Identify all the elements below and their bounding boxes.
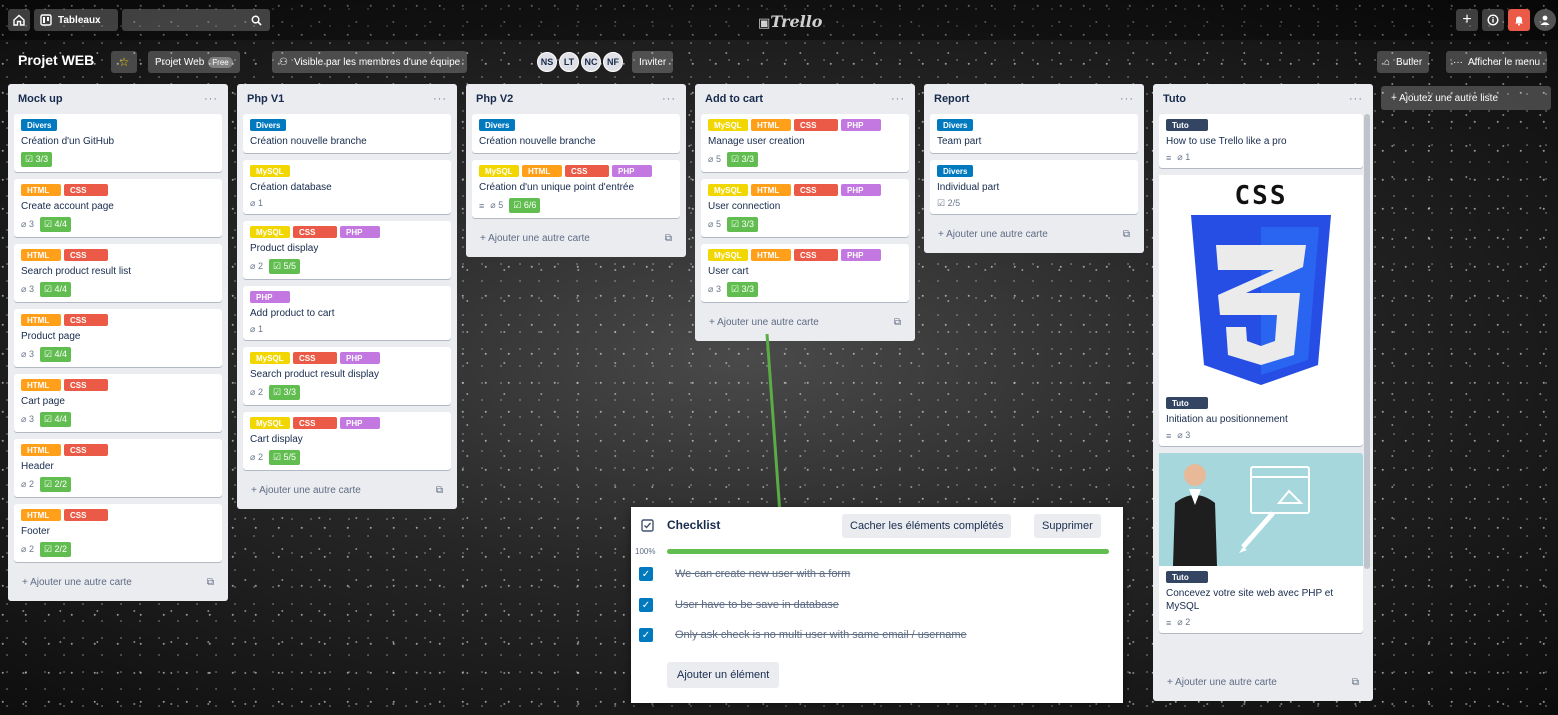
checklist-item[interactable]: ✓ Only ask check is no multi user with sa…	[639, 626, 967, 644]
checklist-item-text[interactable]: We can create new user with a form	[675, 568, 850, 580]
checklist-progress-bar	[667, 549, 1109, 554]
checklist-item[interactable]: ✓ We can create new user with a form	[639, 565, 850, 583]
checklist-icon	[641, 519, 654, 532]
checklist-title: Checklist	[667, 518, 721, 532]
checkbox-checked[interactable]: ✓	[639, 628, 653, 642]
checklist-panel: Checklist Cacher les éléments complétés …	[631, 507, 1123, 703]
checklist-item[interactable]: ✓ User have to be save in database	[639, 596, 839, 614]
checkbox-checked[interactable]: ✓	[639, 598, 653, 612]
checklist-progress-fill	[667, 549, 1109, 554]
delete-checklist-button[interactable]: Supprimer	[1034, 514, 1101, 538]
checklist-item-text[interactable]: Only ask check is no multi user with sam…	[675, 629, 967, 641]
hide-completed-button[interactable]: Cacher les éléments complétés	[842, 514, 1012, 538]
checklist-percent: 100%	[635, 547, 656, 556]
add-item-button[interactable]: Ajouter un élément	[667, 662, 780, 688]
checklist-item-text[interactable]: User have to be save in database	[675, 599, 839, 611]
checkbox-checked[interactable]: ✓	[639, 567, 653, 581]
